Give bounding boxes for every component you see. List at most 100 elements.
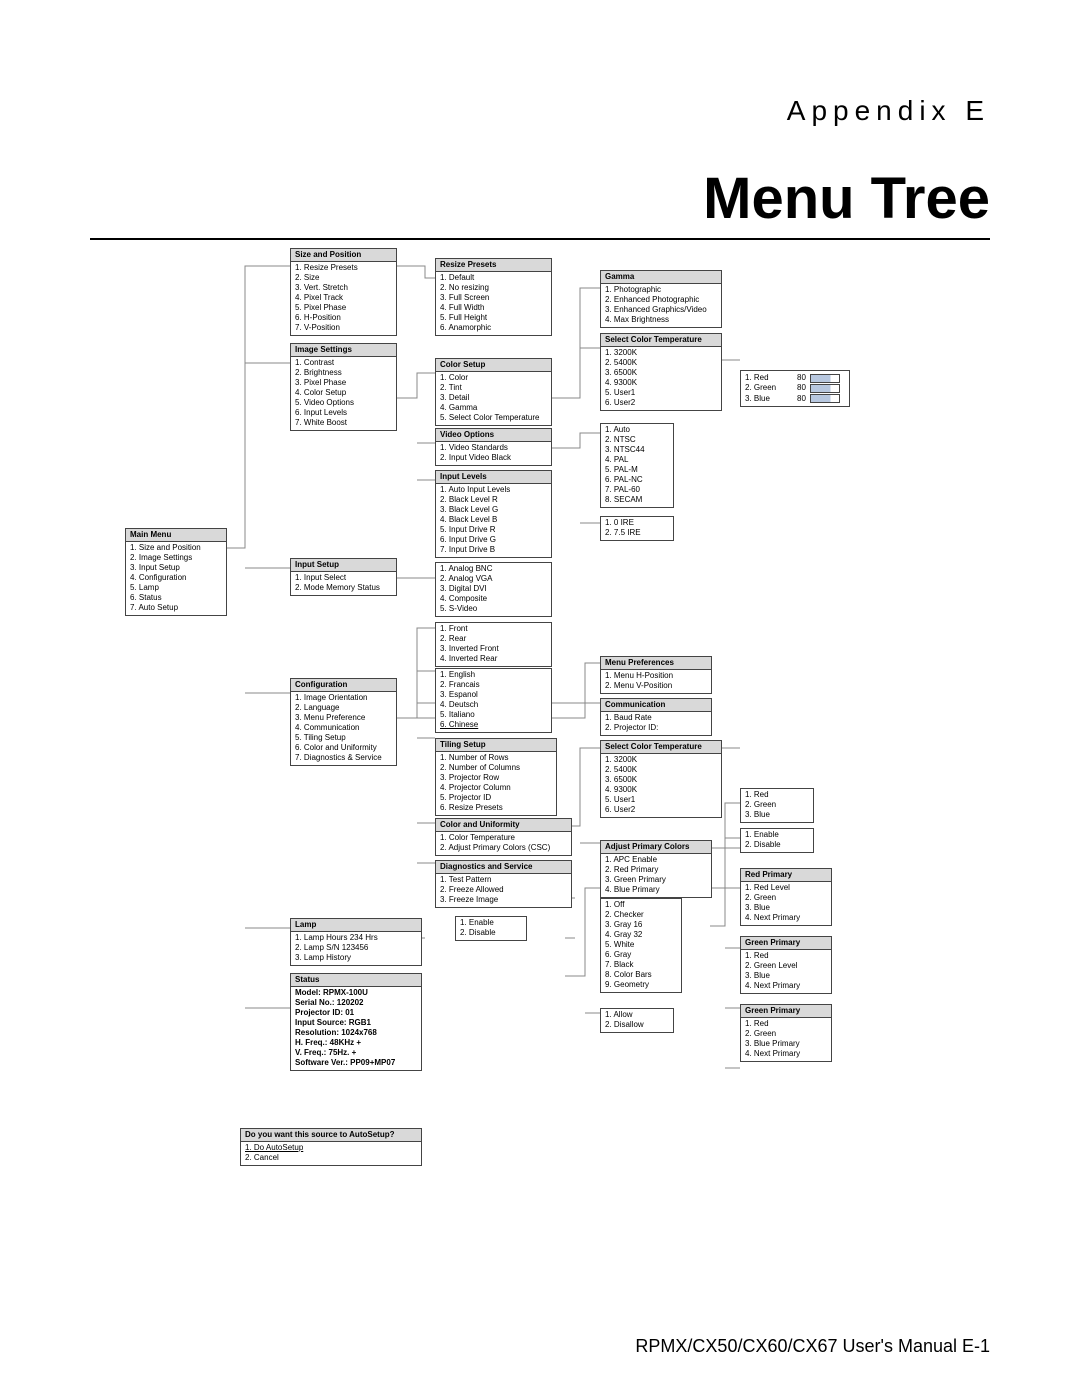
menu-item: 1. Color (440, 373, 547, 383)
menu-item: 2. Mode Memory Status (295, 583, 392, 593)
menu-item: 2. Green (745, 1029, 827, 1039)
menu-item: 4. 9300K (605, 378, 717, 388)
box-orientation: 1. Front2. Rear3. Inverted Front4. Inver… (435, 622, 552, 667)
menu-item: 1. Lamp Hours 234 Hrs (295, 933, 417, 943)
box-body: 1. Front2. Rear3. Inverted Front4. Inver… (436, 623, 551, 666)
box-color-uniformity: Color and Uniformity1. Color Temperature… (435, 818, 572, 856)
menu-item: 6. Chinese (440, 720, 547, 730)
menu-item: 4. Pixel Track (295, 293, 392, 303)
menu-item: 2. Green (745, 800, 809, 810)
box-menu-preferences: Menu Preferences1. Menu H-Position2. Men… (600, 656, 712, 694)
menu-item: 3. Projector Row (440, 773, 552, 783)
menu-item: H. Freq.: 48KHz + (295, 1038, 417, 1048)
page: Appendix E Menu Tree Main Menu1. Size an… (0, 0, 1080, 1397)
menu-item: 2. Adjust Primary Colors (CSC) (440, 843, 567, 853)
box-header: Input Setup (291, 559, 396, 572)
box-select-color-temp-2: Select Color Temperature1. 3200K2. 5400K… (600, 740, 722, 818)
box-communication: Communication1. Baud Rate2. Projector ID… (600, 698, 712, 736)
menu-item: 7. White Boost (295, 418, 392, 428)
box-body: 1. Menu H-Position2. Menu V-Position (601, 670, 711, 693)
box-body: 1. Number of Rows2. Number of Columns3. … (436, 752, 556, 815)
box-header: Image Settings (291, 344, 396, 357)
box-lamp: Lamp1. Lamp Hours 234 Hrs2. Lamp S/N 123… (290, 918, 422, 966)
box-body: 1. Video Standards2. Input Video Black (436, 442, 551, 465)
menu-item: 1. Size and Position (130, 543, 222, 553)
menu-item: 3. Detail (440, 393, 547, 403)
box-body: 1. Default2. No resizing3. Full Screen4.… (436, 272, 551, 335)
box-enable-disable-2: 1. Enable2. Disable (455, 916, 527, 941)
menu-item: 2. Language (295, 703, 392, 713)
menu-item: 2. Disable (460, 928, 522, 938)
menu-item: 6. User2 (605, 805, 717, 815)
menu-item: 5. Select Color Temperature (440, 413, 547, 423)
box-body: 1. 3200K2. 5400K3. 6500K4. 9300K5. User1… (601, 347, 721, 410)
menu-item: 4. Gamma (440, 403, 547, 413)
box-input-levels: Input Levels1. Auto Input Levels2. Black… (435, 470, 552, 558)
box-body: 1. Auto2. NTSC3. NTSC444. PAL5. PAL-M6. … (601, 424, 673, 507)
menu-item: 1. Photographic (605, 285, 717, 295)
menu-item: 2. NTSC (605, 435, 669, 445)
slider-row: 3. Blue80 (745, 394, 845, 404)
menu-item: 5. S-Video (440, 604, 547, 614)
menu-item: Model: RPMX-100U (295, 988, 417, 998)
box-header: Main Menu (126, 529, 226, 542)
box-body: 1. Input Select2. Mode Memory Status (291, 572, 396, 595)
menu-item: 5. User1 (605, 388, 717, 398)
menu-item: 2. Red Primary (605, 865, 707, 875)
menu-item: 4. Full Width (440, 303, 547, 313)
menu-item: 6. H-Position (295, 313, 392, 323)
menu-item: 1. 3200K (605, 348, 717, 358)
menu-item: 4. Composite (440, 594, 547, 604)
menu-item: 1. Number of Rows (440, 753, 552, 763)
menu-item: 1. Red (745, 1019, 827, 1029)
menu-item: 2. Black Level R (440, 495, 547, 505)
menu-item: 2. Francais (440, 680, 547, 690)
menu-item: 1. Red (745, 790, 809, 800)
menu-item: 7. Input Drive B (440, 545, 547, 555)
menu-item: 4. Color Setup (295, 388, 392, 398)
menu-item: 6. PAL-NC (605, 475, 669, 485)
box-body: 1. Test Pattern2. Freeze Allowed3. Freez… (436, 874, 571, 907)
box-auto-setup: Do you want this source to AutoSetup?1. … (240, 1128, 422, 1166)
menu-item: 4. Gray 32 (605, 930, 677, 940)
box-image-settings: Image Settings1. Contrast2. Brightness3.… (290, 343, 397, 431)
menu-item: 1. Off (605, 900, 677, 910)
menu-item: 4. 9300K (605, 785, 717, 795)
menu-item: 1. 0 IRE (605, 518, 669, 528)
menu-item: 1. Default (440, 273, 547, 283)
menu-item: 5. Video Options (295, 398, 392, 408)
menu-item: 3. Lamp History (295, 953, 417, 963)
menu-item: 7. V-Position (295, 323, 392, 333)
menu-item: Serial No.: 120202 (295, 998, 417, 1008)
menu-item: 4. Next Primary (745, 1049, 827, 1059)
menu-item: 1. APC Enable (605, 855, 707, 865)
menu-item: 5. Tiling Setup (295, 733, 392, 743)
box-body: 1. Red2. Green3. Blue (741, 789, 813, 822)
menu-item: V. Freq.: 75Hz. + (295, 1048, 417, 1058)
menu-item: 2. Disable (745, 840, 809, 850)
menu-item: Projector ID: 01 (295, 1008, 417, 1018)
box-green-primary: Green Primary1. Red2. Green Level3. Blue… (740, 936, 832, 994)
menu-item: 1. Auto (605, 425, 669, 435)
menu-item: 5. Projector ID (440, 793, 552, 803)
menu-item: 3. Blue Primary (745, 1039, 827, 1049)
page-title: Menu Tree (703, 165, 990, 232)
box-header: Red Primary (741, 869, 831, 882)
menu-item: 1. Front (440, 624, 547, 634)
box-body: 1. Color2. Tint3. Detail4. Gamma5. Selec… (436, 372, 551, 425)
box-body: 1. Image Orientation2. Language3. Menu P… (291, 692, 396, 765)
box-header: Color and Uniformity (436, 819, 571, 832)
menu-item: 4. Max Brightness (605, 315, 717, 325)
box-gamma: Gamma1. Photographic2. Enhanced Photogra… (600, 270, 722, 328)
box-resize-presets: Resize Presets1. Default2. No resizing3.… (435, 258, 552, 336)
menu-item: 4. Blue Primary (605, 885, 707, 895)
menu-item: 1. 3200K (605, 755, 717, 765)
box-body: 1. 3200K2. 5400K3. 6500K4. 9300K5. User1… (601, 754, 721, 817)
title-rule (90, 238, 990, 240)
menu-item: 2. Analog VGA (440, 574, 547, 584)
box-body: 1. Contrast2. Brightness3. Pixel Phase4.… (291, 357, 396, 430)
menu-item: 2. Enhanced Photographic (605, 295, 717, 305)
box-header: Select Color Temperature (601, 741, 721, 754)
menu-item: 5. Lamp (130, 583, 222, 593)
menu-item: 3. Digital DVI (440, 584, 547, 594)
